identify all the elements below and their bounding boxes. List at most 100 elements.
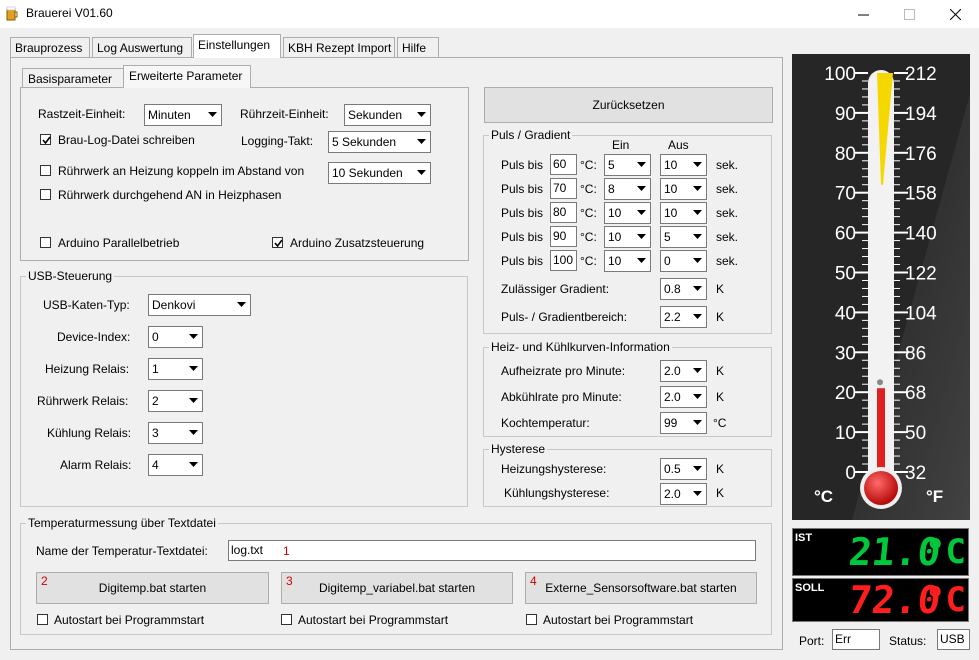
arduino-zusatz-label: Arduino Zusatzsteuerung — [290, 236, 425, 250]
chevron-down-icon — [633, 155, 650, 175]
braulog-checkbox[interactable] — [40, 134, 51, 145]
reset-button[interactable]: Zurücksetzen — [484, 87, 773, 123]
gradientbereich-label: Puls- / Gradientbereich: — [501, 310, 628, 324]
puls-ein-select[interactable]: 10 — [604, 250, 651, 272]
kochtemperatur-select[interactable]: 99 — [660, 412, 707, 434]
ruehrzeit-select[interactable]: Sekunden — [344, 104, 431, 126]
autostart-externe-checkbox[interactable] — [526, 614, 537, 625]
abkuehlrate-select[interactable]: 2.0 — [660, 386, 707, 408]
puls-aus-select[interactable]: 0 — [660, 250, 707, 272]
kuehlungshysterese-unit: K — [716, 486, 725, 500]
puls-aus-select[interactable]: 10 — [660, 154, 707, 176]
rastzeit-select[interactable]: Minuten — [144, 104, 222, 126]
beer-mug-icon — [6, 6, 18, 21]
puls-aus-select[interactable]: 5 — [660, 226, 707, 248]
tab-hilfe[interactable]: Hilfe — [397, 37, 439, 58]
hysterese-title: Hysterese — [489, 442, 548, 456]
puls-ein-select[interactable]: 5 — [604, 154, 651, 176]
puls-celsius-unit: °C: — [580, 206, 597, 220]
heizungshysterese-select[interactable]: 0.5 — [660, 458, 707, 480]
autostart-externe-label: Autostart bei Programmstart — [543, 613, 694, 627]
textdatei-name-input[interactable]: log.txt 1 — [228, 540, 756, 561]
arduino-parallel-checkbox[interactable] — [40, 237, 51, 248]
celsius-tick-label: 80 — [835, 144, 856, 165]
aufheizrate-label: Aufheizrate pro Minute: — [501, 364, 626, 378]
ruehrwerk-koppeln-checkbox[interactable] — [40, 165, 51, 176]
puls-temp-input[interactable]: 60 — [550, 154, 577, 175]
puls-ein-select[interactable]: 10 — [604, 202, 651, 224]
chevron-down-icon — [204, 105, 221, 125]
close-icon — [949, 8, 961, 20]
chevron-down-icon — [689, 203, 706, 223]
chevron-down-icon — [413, 132, 430, 152]
heizung-relais-select[interactable]: 1 — [148, 358, 203, 380]
autostart-digitemp-checkbox[interactable] — [37, 614, 48, 625]
arduino-zusatz-checkbox[interactable] — [272, 237, 283, 248]
puls-aus-select[interactable]: 10 — [660, 202, 707, 224]
puls-sek-unit: sek. — [716, 206, 739, 220]
marker-2: 2 — [41, 574, 48, 588]
autostart-digitemp-variabel-checkbox[interactable] — [281, 614, 292, 625]
title-bar: Brauerei V01.60 — [0, 0, 979, 28]
soll-label: SOLL — [795, 582, 825, 594]
ruehrwerk-durchgehend-checkbox[interactable] — [40, 189, 51, 200]
tab-brauprozess[interactable]: Brauprozess — [10, 37, 90, 58]
maximize-button[interactable] — [886, 0, 932, 28]
fahrenheit-tick-label: 176 — [905, 144, 937, 165]
kuehlung-relais-label: Kühlung Relais: — [47, 426, 132, 440]
externe-sensorsoftware-start-button[interactable]: 4 Externe_Sensorsoftware.bat starten — [525, 572, 757, 604]
puls-celsius-unit: °C: — [580, 230, 597, 244]
ruehrwerk-koppeln-label: Rührwerk an Heizung koppeln im Abstand v… — [58, 164, 305, 178]
heizungshysterese-label: Heizungshysterese: — [501, 462, 607, 476]
puls-temp-input[interactable]: 70 — [550, 178, 577, 199]
usb-katen-typ-label: USB-Katen-Typ: — [43, 298, 130, 312]
gradientbereich-select[interactable]: 2.2 — [660, 306, 707, 328]
minimize-button[interactable] — [840, 0, 886, 28]
chevron-down-icon — [689, 179, 706, 199]
puls-aus-select[interactable]: 10 — [660, 178, 707, 200]
aufheizrate-select[interactable]: 2.0 — [660, 360, 707, 382]
alarm-relais-select[interactable]: 4 — [148, 454, 203, 476]
puls-ein-select[interactable]: 8 — [604, 178, 651, 200]
logging-takt-select[interactable]: 5 Sekunden — [328, 131, 431, 153]
gradient-unit: K — [716, 282, 725, 296]
tab-log-auswertung[interactable]: Log Auswertung — [92, 37, 192, 58]
koppeln-abstand-select[interactable]: 10 Sekunden — [328, 162, 431, 184]
heizungshysterese-unit: K — [716, 462, 725, 476]
celsius-tick-label: 10 — [835, 423, 856, 444]
textdatei-title: Temperaturmessung über Textdatei — [26, 516, 218, 530]
subtab-basisparameter[interactable]: Basisparameter — [22, 68, 124, 88]
fahrenheit-tick-label: 68 — [905, 383, 926, 404]
marker-3: 3 — [286, 574, 293, 588]
braulog-label: Brau-Log-Datei schreiben — [58, 133, 195, 147]
close-button[interactable] — [932, 0, 978, 28]
chevron-down-icon — [185, 327, 202, 347]
textdatei-name-label: Name der Temperatur-Textdatei: — [36, 544, 208, 558]
puls-temp-input[interactable]: 80 — [550, 202, 577, 223]
usb-katen-typ-select[interactable]: Denkovi — [148, 294, 251, 316]
digitemp-variabel-start-button[interactable]: 3 Digitemp_variabel.bat starten — [281, 572, 513, 604]
puls-temp-input[interactable]: 100 — [550, 250, 577, 271]
aufheizrate-unit: K — [716, 364, 725, 378]
puls-ein-select[interactable]: 10 — [604, 226, 651, 248]
current-temperature-dot — [877, 379, 883, 386]
kuehlung-relais-select[interactable]: 3 — [148, 422, 203, 444]
kochtemperatur-unit: °C — [713, 416, 727, 430]
puls-temp-input[interactable]: 90 — [550, 226, 577, 247]
subtab-erweiterte-parameter[interactable]: Erweiterte Parameter — [123, 65, 251, 88]
ruehrwerk-relais-select[interactable]: 2 — [148, 390, 203, 412]
digitemp-start-button[interactable]: 2 Digitemp.bat starten — [36, 572, 269, 604]
celsius-tick-label: 20 — [835, 383, 856, 404]
gradient-select[interactable]: 0.8 — [660, 278, 707, 300]
puls-sek-unit: sek. — [716, 230, 739, 244]
tab-kbh-rezept-import[interactable]: KBH Rezept Import — [283, 37, 395, 58]
tab-einstellungen[interactable]: Einstellungen — [193, 34, 281, 58]
ist-label: IST — [795, 532, 813, 544]
fahrenheit-tick-label: 140 — [905, 224, 937, 245]
fahrenheit-tick-label: 32 — [905, 463, 926, 484]
alarm-relais-label: Alarm Relais: — [60, 458, 132, 472]
heizung-relais-label: Heizung Relais: — [45, 362, 130, 376]
thermometer-panel: 100 90 80 70 60 50 40 30 20 10 0 212 194 176 158 140 122… — [792, 54, 970, 520]
kuehlungshysterese-select[interactable]: 2.0 — [660, 483, 707, 505]
device-index-select[interactable]: 0 — [148, 326, 203, 348]
